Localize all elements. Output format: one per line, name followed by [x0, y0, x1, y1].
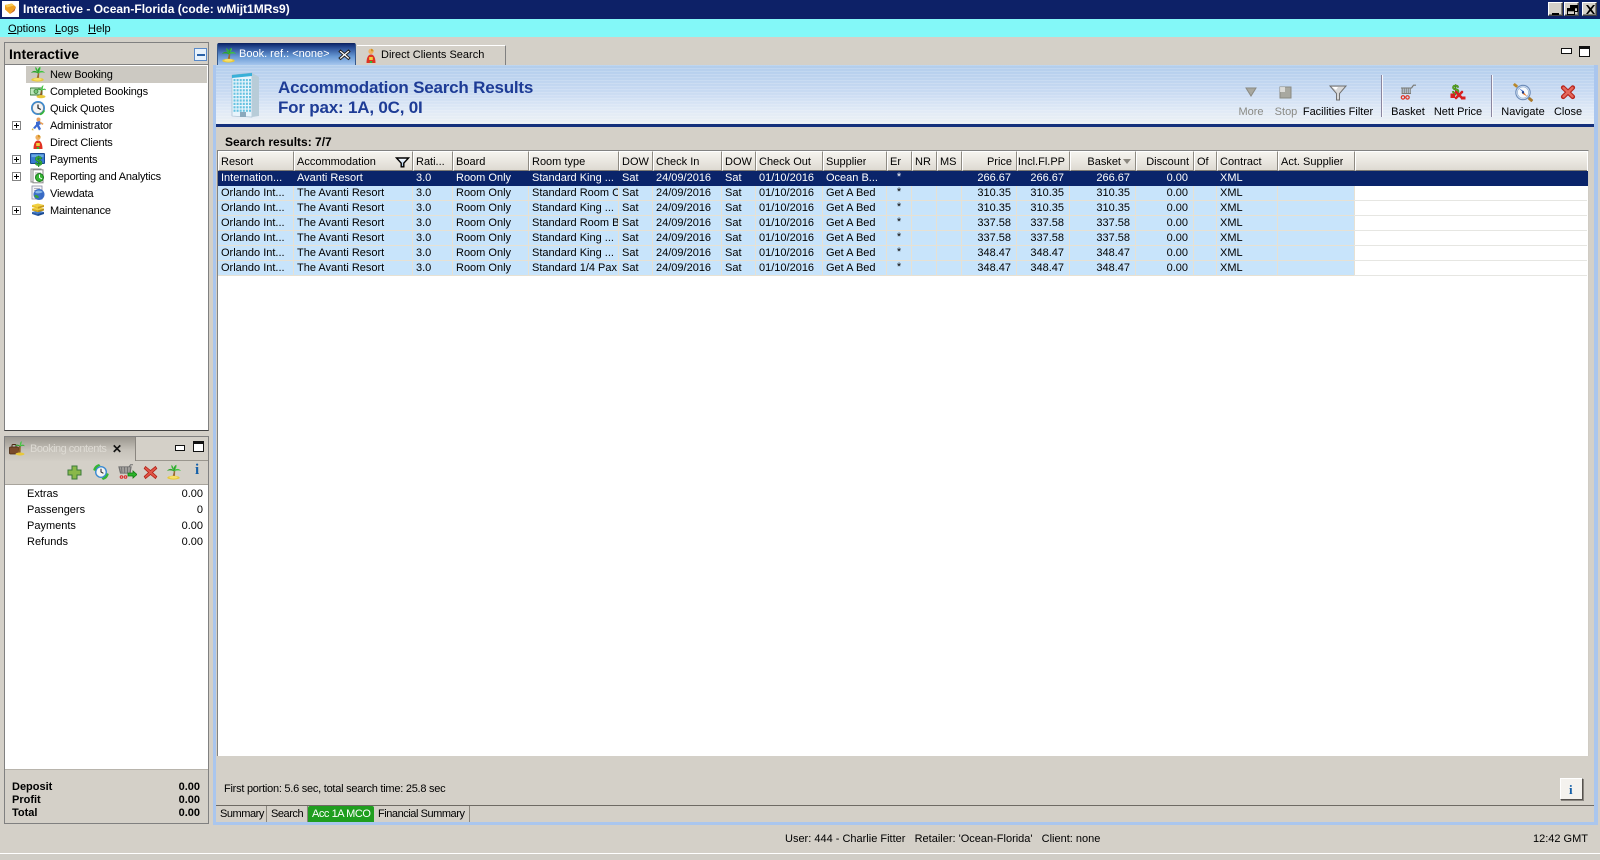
svg-text:$: $ — [35, 154, 43, 168]
